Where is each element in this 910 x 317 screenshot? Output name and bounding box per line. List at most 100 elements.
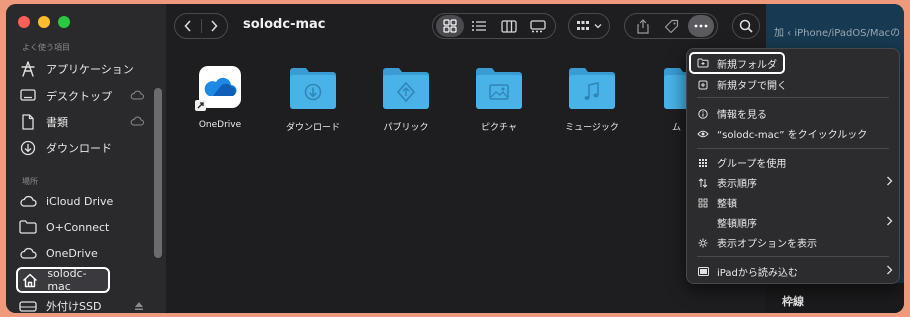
sidebar-item-label: O+Connect	[46, 220, 110, 234]
sidebar-item-onedrive[interactable]: OneDrive	[18, 242, 144, 264]
gallery-view-button[interactable]	[525, 15, 553, 37]
cloud-icon	[18, 247, 38, 259]
chevron-left-icon	[184, 20, 191, 32]
info-icon	[697, 108, 709, 119]
file-name: ダウンロード	[285, 123, 340, 133]
sidebar-item-label: 外付けSSD	[46, 300, 102, 313]
group-button[interactable]	[568, 13, 610, 39]
icon-view-button[interactable]	[436, 15, 464, 37]
sidebar-item-label: 書類	[46, 116, 68, 129]
sort-icon	[697, 177, 709, 188]
minimize-window-button[interactable]	[38, 16, 50, 28]
chevron-right-icon	[886, 265, 893, 278]
cloud-icon	[18, 195, 38, 207]
download-icon	[18, 140, 38, 156]
menu-item-label: 整頓	[717, 199, 737, 210]
sidebar-item-label: OneDrive	[46, 246, 98, 260]
file-item-music[interactable]: ミュージック	[544, 66, 640, 133]
sidebar-item-desktop[interactable]: デスクトップ	[18, 85, 144, 107]
search-button[interactable]	[732, 13, 760, 39]
menu-separator	[697, 97, 889, 98]
zoom-window-button[interactable]	[58, 16, 70, 28]
navigation-buttons	[174, 13, 228, 39]
search-icon	[739, 19, 753, 33]
menu-item-sort-by[interactable]: 表示順序	[687, 173, 899, 192]
column-view-button[interactable]	[495, 15, 523, 37]
new-tab-icon	[697, 80, 709, 90]
gallery-view-icon	[530, 19, 546, 32]
list-view-button[interactable]	[466, 15, 494, 37]
sidebar-item-label: アプリケーション	[46, 63, 134, 76]
menu-item-label: 新規タブで開く	[717, 81, 787, 92]
folder-music-icon	[567, 66, 617, 110]
folder-icon	[18, 220, 38, 234]
menu-item-label: 表示順序	[717, 179, 757, 190]
menu-item-import-from-ipad[interactable]: iPadから読み込む	[687, 262, 899, 281]
file-item-onedrive[interactable]: OneDrive	[172, 66, 268, 130]
tag-icon	[664, 19, 678, 33]
close-window-button[interactable]	[18, 16, 30, 28]
settings-icon	[697, 238, 709, 248]
more-actions-button[interactable]	[688, 15, 714, 37]
external-drive-icon	[18, 300, 38, 312]
menu-item-label: グループを使用	[717, 159, 787, 170]
menu-item-label: iPadから読み込む	[717, 268, 798, 279]
group-icon	[577, 21, 589, 30]
file-item-movies[interactable]: ム	[637, 66, 686, 133]
grid-view-icon	[443, 19, 457, 33]
folder-public-icon	[381, 66, 431, 110]
sidebar-item-label: solodc-mac	[47, 267, 87, 293]
menu-item-clean-up-by[interactable]: 整頓順序	[687, 213, 899, 232]
forward-button[interactable]	[202, 20, 228, 32]
new-folder-icon	[697, 58, 709, 68]
menu-item-label: “solodc-mac” をクイックルック	[717, 130, 868, 141]
ipad-icon	[697, 267, 709, 276]
chevron-right-icon	[886, 176, 893, 189]
onedrive-app-icon	[195, 66, 245, 111]
more-actions-menu: 新規フォルダ 新規タブで開く 情報を見る “solodc-mac” をクイックル…	[686, 48, 900, 284]
menu-item-label: 情報を見る	[717, 110, 767, 121]
sidebar-item-oconnect[interactable]: O+Connect	[18, 216, 144, 238]
menu-item-label: 表示オプションを表示	[717, 239, 817, 250]
menu-item-new-folder[interactable]: 新規フォルダ	[689, 52, 785, 74]
sidebar-item-label: デスクトップ	[46, 90, 112, 103]
chevron-down-icon	[594, 24, 602, 29]
file-name: ピクチャ	[481, 123, 517, 133]
group-icon	[697, 158, 709, 168]
sidebar-item-applications[interactable]: アプリケーション	[18, 58, 144, 80]
menu-item-clean-up[interactable]: 整頓	[687, 193, 899, 212]
sidebar-item-downloads[interactable]: ダウンロード	[18, 137, 144, 159]
eject-icon[interactable]	[134, 301, 144, 313]
grid-icon	[697, 198, 709, 208]
sidebar-item-documents[interactable]: 書類	[18, 111, 144, 133]
menu-item-get-info[interactable]: 情報を見る	[687, 104, 899, 123]
folder-movie-icon	[662, 66, 686, 110]
tag-button[interactable]	[657, 15, 685, 37]
menu-item-use-groups[interactable]: グループを使用	[687, 153, 899, 172]
sidebar-section-locations: 場所	[22, 177, 38, 186]
toolbar: solodc-mac	[166, 4, 904, 48]
sidebar-scrollbar[interactable]	[154, 88, 162, 258]
menu-item-quick-look[interactable]: “solodc-mac” をクイックルック	[687, 124, 899, 143]
file-item-pictures[interactable]: ピクチャ	[451, 66, 547, 133]
share-button[interactable]	[629, 15, 657, 37]
sidebar-item-external-ssd[interactable]: 外付けSSD	[18, 295, 144, 313]
menu-item-label: 整頓順序	[717, 219, 757, 230]
background-bottom-label: 枠線	[782, 295, 804, 308]
menu-item-open-in-new-tab[interactable]: 新規タブで開く	[687, 75, 899, 94]
menu-item-show-view-options[interactable]: 表示オプションを表示	[687, 233, 899, 252]
icloud-status-icon	[130, 90, 144, 103]
file-name: パブリック	[383, 123, 429, 133]
folder-download-icon	[288, 66, 338, 110]
applications-icon	[18, 61, 38, 77]
sidebar-item-icloud-drive[interactable]: iCloud Drive	[18, 190, 144, 212]
file-item-public[interactable]: パブリック	[358, 66, 454, 133]
back-button[interactable]	[175, 20, 201, 32]
finder-window: 加 ‹ iPhone/iPadOS/Macの 枠線 よく使う項目 アプリケーショ…	[6, 4, 904, 313]
window-title: solodc-mac	[243, 17, 326, 32]
sidebar-item-solodc-mac[interactable]: solodc-mac	[16, 267, 110, 293]
folder-picture-icon	[474, 66, 524, 110]
file-name: ム	[672, 123, 682, 133]
list-view-icon	[472, 21, 487, 31]
file-item-downloads[interactable]: ダウンロード	[265, 66, 361, 133]
